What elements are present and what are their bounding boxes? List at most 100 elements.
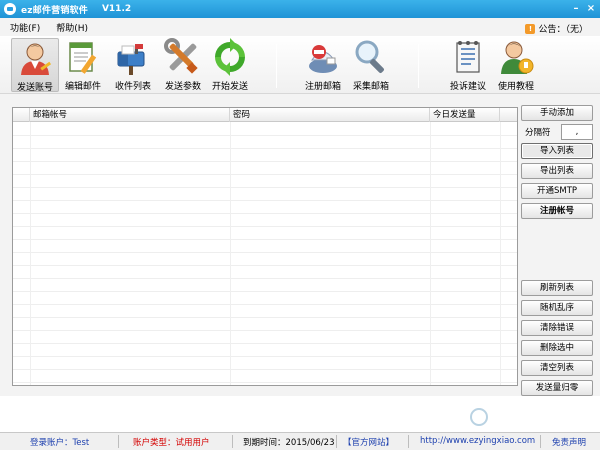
table-row-gridline xyxy=(13,239,517,240)
table-row-gridline xyxy=(13,291,517,292)
refresh-icon xyxy=(215,38,245,76)
table-row-gridline xyxy=(13,226,517,227)
edit-document-icon xyxy=(69,42,97,74)
tool-send-accounts[interactable]: 发送账号 xyxy=(11,38,59,93)
toolbar-separator xyxy=(418,44,419,88)
table-row-gridline xyxy=(13,343,517,344)
manual-add-button[interactable]: 手动添加 xyxy=(521,105,593,121)
tool-label: 发送参数 xyxy=(164,82,201,92)
announcement-text: 公告：（无） xyxy=(538,25,588,35)
status-login: 登录账户：Test xyxy=(30,438,90,448)
tool-register-mailbox[interactable]: 注册邮箱 xyxy=(299,38,347,92)
enable-smtp-button[interactable]: 开通SMTP xyxy=(521,183,593,199)
announcement[interactable]: ! 公告：（无） xyxy=(525,22,588,35)
tool-feedback[interactable]: 投诉建议 xyxy=(444,38,492,92)
import-list-button[interactable]: 导入列表 xyxy=(521,143,593,159)
tool-recipient-list[interactable]: 收件列表 xyxy=(109,38,157,92)
watermark xyxy=(470,408,596,432)
table-row-gridline xyxy=(13,369,517,370)
status-account-type: 账户类型：试用用户 xyxy=(133,438,210,448)
separator-label: 分隔符 xyxy=(525,128,551,138)
tool-label: 采集邮箱 xyxy=(352,82,389,92)
status-divider xyxy=(336,435,337,448)
tool-edit-mail[interactable]: 编辑邮件 xyxy=(59,38,107,92)
table-row-gridline xyxy=(13,174,517,175)
user-help-icon xyxy=(501,41,534,74)
column-header-password[interactable]: 密码 xyxy=(230,108,430,122)
tool-label: 编辑邮件 xyxy=(64,82,101,92)
separator-row: 分隔符 , xyxy=(521,123,593,141)
window-title: ez邮件营销软件 xyxy=(21,5,88,16)
table-row-gridline xyxy=(13,356,517,357)
title-bar: ez邮件营销软件 V11.2 – × xyxy=(0,0,600,18)
tool-label: 收件列表 xyxy=(114,82,151,92)
tool-label: 发送账号 xyxy=(16,83,53,93)
main-area: 邮箱帐号 密码 今日发送量 手动添加 分隔符 , 导入列表 导出列表 开通SMT… xyxy=(0,94,600,396)
menu-function[interactable]: 功能(F) xyxy=(10,21,40,34)
table-row-gridline xyxy=(13,265,517,266)
account-table[interactable]: 邮箱帐号 密码 今日发送量 xyxy=(12,107,518,386)
tool-tutorial[interactable]: 使用教程 xyxy=(492,38,540,92)
toolbar-separator xyxy=(276,44,277,88)
table-column-gridline xyxy=(230,122,231,385)
table-row-gridline xyxy=(13,187,517,188)
tools-icon xyxy=(164,38,198,74)
minimize-button[interactable]: – xyxy=(570,3,582,15)
column-header-select[interactable] xyxy=(13,108,30,122)
tool-start-send[interactable]: 开始发送 xyxy=(206,38,254,92)
column-header-email[interactable]: 邮箱帐号 xyxy=(30,108,230,122)
official-site-link[interactable]: 【官方网站】 xyxy=(343,436,394,448)
tool-label: 投诉建议 xyxy=(449,82,486,92)
notepad-icon xyxy=(456,41,480,73)
status-divider xyxy=(540,435,541,448)
announcement-icon: ! xyxy=(525,23,536,34)
delete-selected-button[interactable]: 删除选中 xyxy=(521,340,593,356)
watermark-logo-icon xyxy=(470,408,488,426)
column-header-today-sent[interactable]: 今日发送量 xyxy=(430,108,500,122)
close-button[interactable]: × xyxy=(585,3,597,15)
table-row-gridline xyxy=(13,200,517,201)
website-url-link[interactable]: http://www.ezyingxiao.com xyxy=(420,436,535,446)
export-list-button[interactable]: 导出列表 xyxy=(521,163,593,179)
table-column-gridline xyxy=(500,122,501,385)
register-mail-icon xyxy=(309,45,337,73)
status-divider xyxy=(118,435,119,448)
tool-collect-mailbox[interactable]: 采集邮箱 xyxy=(347,38,395,92)
table-column-gridline xyxy=(30,122,31,385)
window-version: V11.2 xyxy=(101,4,132,14)
reset-send-count-button[interactable]: 发送量归零 xyxy=(521,380,593,396)
table-row-gridline xyxy=(13,213,517,214)
search-icon xyxy=(355,40,384,73)
menu-bar: 功能(F) 帮助(H) ! 公告：（无） xyxy=(0,18,600,36)
menu-help[interactable]: 帮助(H) xyxy=(56,21,88,34)
tool-label: 使用教程 xyxy=(497,82,534,92)
status-divider xyxy=(408,435,409,448)
table-row-gridline xyxy=(13,148,517,149)
table-row-gridline xyxy=(13,135,517,136)
register-account-button[interactable]: 注册帐号 xyxy=(521,203,593,219)
table-row-gridline xyxy=(13,278,517,279)
clear-errors-button[interactable]: 清除错误 xyxy=(521,320,593,336)
table-body xyxy=(13,122,517,385)
table-row-gridline xyxy=(13,382,517,383)
table-row-gridline xyxy=(13,304,517,305)
table-row-gridline xyxy=(13,252,517,253)
table-row-gridline xyxy=(13,161,517,162)
status-bar: 登录账户：Test 账户类型：试用用户 到期时间：2015/06/23 【官方网… xyxy=(0,432,600,450)
table-row-gridline xyxy=(13,317,517,318)
table-column-gridline xyxy=(430,122,431,385)
tool-send-params[interactable]: 发送参数 xyxy=(159,38,207,92)
tool-label: 开始发送 xyxy=(211,82,248,92)
shuffle-button[interactable]: 随机乱序 xyxy=(521,300,593,316)
app-logo-icon xyxy=(4,3,16,15)
separator-input[interactable]: , xyxy=(561,124,593,140)
table-header: 邮箱帐号 密码 今日发送量 xyxy=(13,108,517,122)
disclaimer-link[interactable]: 免责声明 xyxy=(552,436,586,448)
status-divider xyxy=(232,435,233,448)
status-expiry: 到期时间：2015/06/23 xyxy=(243,438,335,448)
toolbar: 发送账号 编辑邮件 收件列表 发送参数 开始发送 注册邮箱 采集邮箱 投诉建议 … xyxy=(0,36,600,94)
refresh-list-button[interactable]: 刷新列表 xyxy=(521,280,593,296)
clear-list-button[interactable]: 清空列表 xyxy=(521,360,593,376)
mailbox-icon xyxy=(117,44,145,75)
user-icon xyxy=(21,43,52,75)
